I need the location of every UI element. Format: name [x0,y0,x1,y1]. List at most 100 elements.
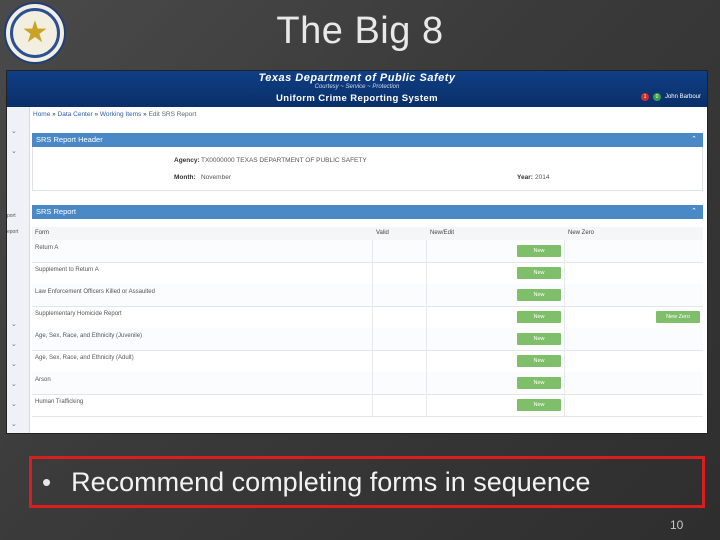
bullet-icon: • [42,466,52,497]
slide-title: The Big 8 [276,10,444,52]
left-sidebar: ⌄ ⌄ port eport ⌄ ⌄ ⌄ ⌄ ⌄ ⌄ [7,107,30,433]
breadcrumb-sep: » [52,111,56,118]
column-divider [372,328,373,350]
new-button[interactable]: New [517,267,561,279]
chevron-down-icon[interactable]: ⌄ [11,420,17,428]
user-name-link[interactable]: John Barbour [665,94,701,100]
month-value: November [201,174,231,181]
column-divider [372,240,373,262]
column-divider [372,350,373,372]
column-divider [426,350,427,372]
table-row: Human Trafficking New [32,394,703,417]
breadcrumb-data-center[interactable]: Data Center [58,111,93,118]
column-divider [564,306,565,328]
col-form: Form [35,230,49,236]
chevron-up-icon[interactable]: ⌃ [691,205,697,219]
form-name: Supplement to Return A [35,267,99,273]
agency-value: TX0000000 TEXAS DEPARTMENT OF PUBLIC SAF… [201,157,367,164]
user-area: 1 0 John Barbour [640,93,701,101]
banner-agency: Texas Department of Public Safety [258,72,456,84]
ucr-screenshot: Texas Department of Public Safety Courte… [6,70,708,434]
notice-badge-icon[interactable]: 0 [652,93,661,101]
column-divider [372,262,373,284]
panel-title-text: SRS Report [36,207,77,216]
site-banner: Texas Department of Public Safety Courte… [7,71,707,107]
banner-motto: Courtesy ~ Service ~ Protection [314,84,400,90]
chevron-down-icon[interactable]: ⌄ [11,340,17,348]
breadcrumb-current: Edit SRS Report [148,111,197,118]
new-button[interactable]: New [517,311,561,323]
table-row: Return A New [32,240,703,263]
chevron-down-icon[interactable]: ⌄ [11,127,17,135]
alert-badge-icon[interactable]: 1 [640,93,649,101]
table-row: Age, Sex, Race, and Ethnicity (Adult) New [32,350,703,373]
breadcrumb: Home » Data Center » Working Items » Edi… [33,111,196,118]
form-name: Arson [35,377,51,383]
column-divider [564,328,565,350]
col-new-zero: New Zero [568,230,595,236]
col-new-edit: New/Edit [430,230,455,236]
banner-system-title: Uniform Crime Reporting System [276,93,438,104]
column-divider [564,240,565,262]
form-name: Human Trafficking [35,399,84,405]
column-divider [372,394,373,416]
column-divider [372,306,373,328]
new-button[interactable]: New [517,355,561,367]
chevron-down-icon[interactable]: ⌄ [11,320,17,328]
breadcrumb-sep: » [143,111,147,118]
table-header: Form Valid New/Edit New Zero [32,227,703,241]
column-divider [564,372,565,394]
column-divider [426,284,427,306]
table-row: Supplement to Return A New [32,262,703,285]
breadcrumb-working-items[interactable]: Working Items [100,111,141,118]
chevron-down-icon[interactable]: ⌄ [11,360,17,368]
panel-title-text: SRS Report Header [36,135,103,144]
page-number: 10 [670,518,684,532]
chevron-down-icon[interactable]: ⌄ [11,380,17,388]
table-row: Arson New [32,372,703,395]
column-divider [564,262,565,284]
column-divider [372,372,373,394]
table-row: Age, Sex, Race, and Ethnicity (Juvenile)… [32,328,703,351]
new-button[interactable]: New [517,333,561,345]
form-name: Return A [35,245,59,251]
year-value: 2014 [535,174,550,181]
table-row: Law Enforcement Officers Killed or Assau… [32,284,703,307]
form-name: Supplementary Homicide Report [35,311,122,317]
new-zero-button[interactable]: New Zero [656,311,700,323]
column-divider [564,394,565,416]
form-name: Age, Sex, Race, and Ethnicity (Adult) [35,355,134,361]
breadcrumb-sep: » [94,111,99,118]
column-divider [426,372,427,394]
year-label: Year: [517,174,533,181]
column-divider [426,328,427,350]
column-divider [372,284,373,306]
sidebar-label[interactable]: eport [7,229,18,235]
srs-header-panel-body: Agency: TX0000000 TEXAS DEPARTMENT OF PU… [32,147,703,191]
month-label: Month: [174,174,196,181]
column-divider [564,284,565,306]
col-valid: Valid [376,230,389,236]
table-row: Supplementary Homicide Report New New Zero [32,306,703,329]
breadcrumb-home[interactable]: Home [33,111,50,118]
new-button[interactable]: New [517,245,561,257]
sidebar-label[interactable]: port [7,213,16,219]
agency-label: Agency: [174,157,200,164]
new-button[interactable]: New [517,399,561,411]
srs-header-panel-title[interactable]: SRS Report Header ⌃ [32,133,703,147]
column-divider [426,306,427,328]
column-divider [426,240,427,262]
new-button[interactable]: New [517,377,561,389]
column-divider [564,350,565,372]
form-name: Age, Sex, Race, and Ethnicity (Juvenile) [35,333,143,339]
new-button[interactable]: New [517,289,561,301]
caption-box: • Recommend completing forms in sequence [29,456,705,508]
chevron-down-icon[interactable]: ⌄ [11,400,17,408]
chevron-down-icon[interactable]: ⌄ [11,147,17,155]
chevron-up-icon[interactable]: ⌃ [691,133,697,147]
column-divider [426,394,427,416]
form-name: Law Enforcement Officers Killed or Assau… [35,289,155,295]
column-divider [426,262,427,284]
caption-text: Recommend completing forms in sequence [71,466,591,497]
srs-report-panel-title[interactable]: SRS Report ⌃ [32,205,703,219]
